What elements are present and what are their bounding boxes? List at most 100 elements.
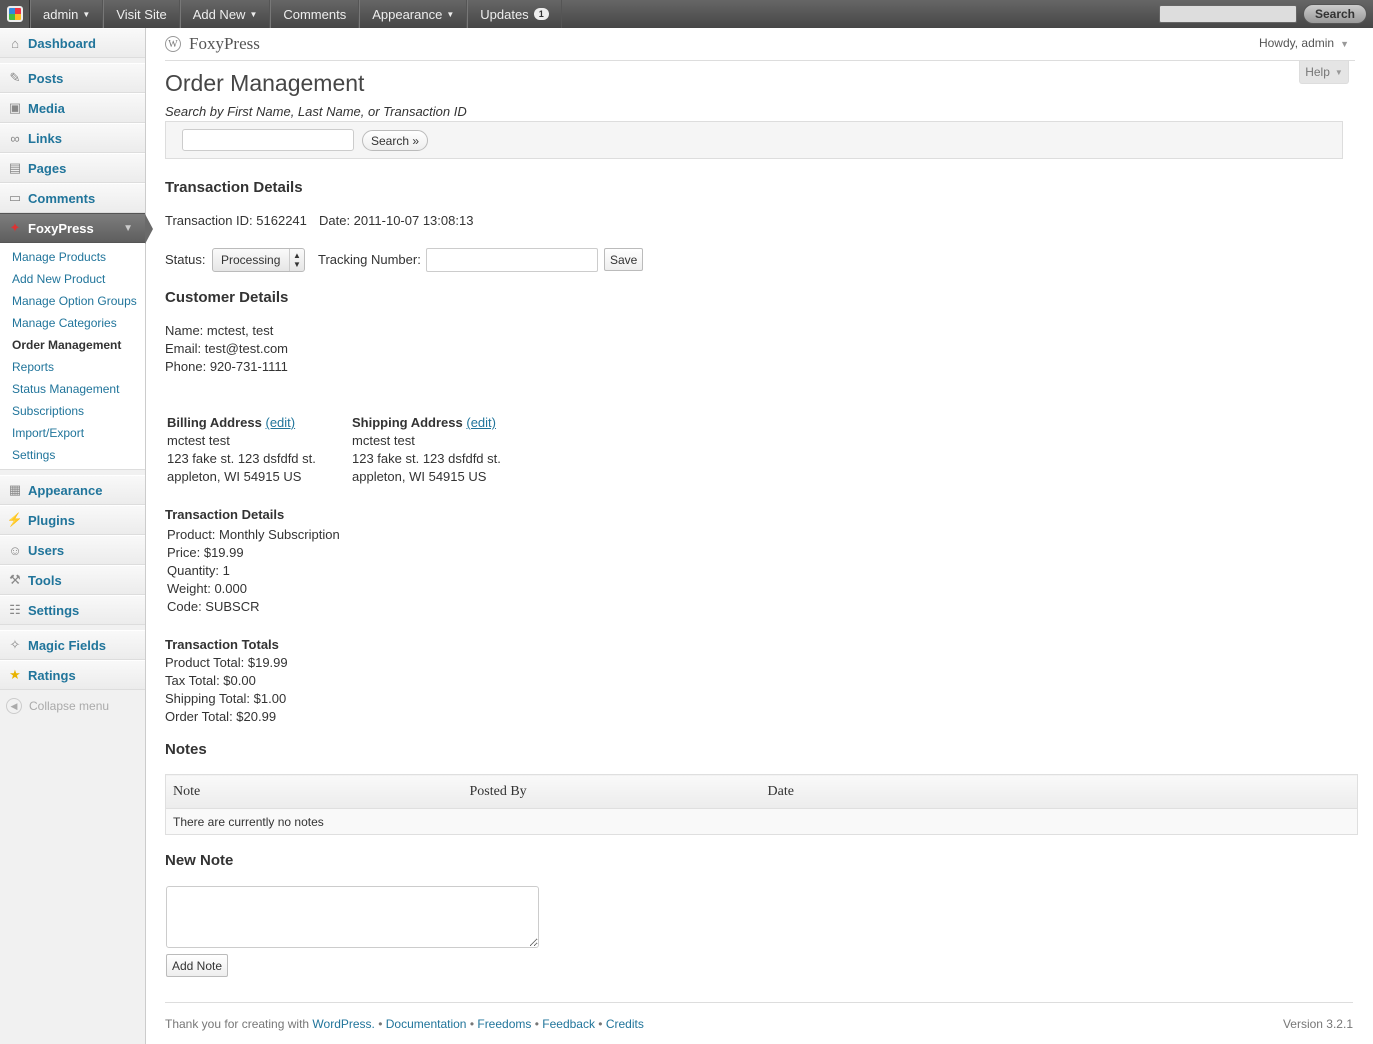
footer-freedoms-link[interactable]: Freedoms [477, 1017, 531, 1031]
submenu-manage-products[interactable]: Manage Products [0, 246, 145, 268]
howdy-menu[interactable]: Howdy, admin ▼ [1259, 36, 1349, 50]
sidebar-item-pages[interactable]: ▤ Pages [0, 153, 145, 183]
sidebar-item-settings[interactable]: ☷ Settings [0, 595, 145, 625]
submenu-order-management[interactable]: Order Management [0, 334, 145, 356]
sidebar-item-label: Posts [28, 70, 64, 86]
footer-wordpress-link[interactable]: WordPress. [312, 1017, 374, 1031]
site-header: W FoxyPress Howdy, admin ▼ [165, 28, 1355, 61]
sidebar-item-label: Links [28, 130, 62, 146]
search-hint: Search by First Name, Last Name, or Tran… [165, 104, 467, 119]
billing-line: appleton, WI 54915 US [167, 469, 302, 484]
submenu-import-export[interactable]: Import/Export [0, 422, 145, 444]
status-select[interactable]: Processing ▲ ▼ [212, 248, 305, 272]
adminbar-search-button[interactable]: Search [1303, 4, 1367, 24]
updates-count-badge: 1 [533, 8, 549, 20]
billing-edit-link[interactable]: (edit) [266, 415, 296, 430]
sidebar-item-label: Dashboard [28, 35, 96, 51]
sidebar-item-label: Settings [28, 602, 80, 618]
submenu-manage-option-groups[interactable]: Manage Option Groups [0, 290, 145, 312]
tools-icon: ⚒ [9, 572, 21, 587]
notes-heading: Notes [165, 741, 207, 758]
table-row: There are currently no notes [165, 808, 1358, 835]
billing-address-title: Billing Address [167, 415, 262, 430]
order-search-box: Search » [165, 121, 1343, 159]
star-icon: ★ [9, 667, 21, 682]
transaction-items-title: Transaction Details [165, 507, 285, 522]
customer-details-heading: Customer Details [165, 289, 289, 306]
submenu-manage-categories[interactable]: Manage Categories [0, 312, 145, 334]
dashboard-icon: ⌂ [11, 35, 19, 51]
admin-user-menu[interactable]: admin ▼ [30, 0, 104, 28]
transaction-totals-title: Transaction Totals [165, 637, 279, 652]
footer-version: Version 3.2.1 [1282, 1017, 1353, 1031]
new-note-textarea[interactable] [166, 886, 539, 948]
customer-email: Email: test@test.com [165, 341, 289, 356]
sidebar-item-comments[interactable]: ▭ Comments [0, 183, 145, 213]
shipping-line: mctest test [352, 433, 415, 448]
pages-icon: ▤ [8, 160, 22, 175]
sidebar-item-magic-fields[interactable]: ✧ Magic Fields [0, 630, 145, 660]
submenu-settings[interactable]: Settings [0, 444, 145, 466]
updates-link[interactable]: Updates 1 [467, 0, 562, 28]
submenu-add-new-product[interactable]: Add New Product [0, 268, 145, 290]
footer-separator: • [531, 1017, 543, 1031]
sidebar-item-appearance[interactable]: ▦ Appearance [0, 475, 145, 505]
submenu-reports[interactable]: Reports [0, 356, 145, 378]
sidebar-item-dashboard[interactable]: ⌂ Dashboard [0, 28, 145, 58]
add-note-button[interactable]: Add Note [166, 954, 229, 977]
footer-feedback-link[interactable]: Feedback [542, 1017, 595, 1031]
submenu-status-management[interactable]: Status Management [0, 378, 145, 400]
column-header-note: Note [165, 774, 463, 809]
sidebar-item-users[interactable]: ☺ Users [0, 535, 145, 565]
sidebar-item-label: Comments [28, 190, 96, 206]
sidebar-item-links[interactable]: ∞ Links [0, 123, 145, 153]
footer-documentation-link[interactable]: Documentation [386, 1017, 467, 1031]
column-header-date: Date [760, 774, 1358, 809]
caret-down-icon: ▼ [1334, 67, 1343, 77]
total-line: Product Total: $19.99 [165, 655, 288, 670]
sidebar-item-label: Ratings [28, 667, 76, 683]
appearance-label: Appearance [372, 6, 443, 22]
adminbar-search-input[interactable] [1159, 5, 1297, 23]
transaction-date: Date: 2011-10-07 13:08:13 [319, 213, 474, 228]
order-search-button[interactable]: Search » [362, 130, 429, 151]
sidebar-item-tools[interactable]: ⚒ Tools [0, 565, 145, 595]
sidebar-item-plugins[interactable]: ⚡ Plugins [0, 505, 145, 535]
customer-phone: Phone: 920-731-1111 [165, 359, 288, 374]
collapse-menu-label: Collapse menu [29, 699, 110, 713]
sidebar-item-ratings[interactable]: ★ Ratings [0, 660, 145, 690]
column-header-posted-by: Posted By [462, 774, 761, 809]
appearance-menu[interactable]: Appearance ▼ [359, 0, 468, 28]
magic-wand-icon: ✧ [9, 637, 21, 652]
page-title: Order Management [165, 70, 365, 96]
wp-logo-icon[interactable] [0, 0, 30, 28]
submenu-subscriptions[interactable]: Subscriptions [0, 400, 145, 422]
help-tab[interactable]: Help ▼ [1299, 61, 1349, 84]
save-button[interactable]: Save [604, 248, 644, 271]
add-new-menu[interactable]: Add New ▼ [179, 0, 271, 28]
footer-thanks: Thank you for creating with [165, 1017, 310, 1031]
detail-line: Price: $19.99 [167, 545, 244, 560]
wordpress-logo-icon: W [165, 36, 181, 52]
shipping-line: 123 fake st. 123 dsfdfd st. [352, 451, 501, 466]
sidebar-item-foxypress[interactable]: ✦ FoxyPress ▼ [0, 213, 153, 244]
comments-link[interactable]: Comments [270, 0, 360, 28]
howdy-label: Howdy, admin [1258, 36, 1335, 50]
tracking-number-input[interactable] [426, 248, 598, 272]
billing-address: Billing Address (edit) mctest test 123 f… [167, 415, 316, 484]
sidebar-item-media[interactable]: ▣ Media [0, 93, 145, 123]
sidebar-item-label: Tools [28, 572, 62, 588]
visit-site-link[interactable]: Visit Site [103, 0, 180, 28]
order-search-input[interactable] [182, 129, 354, 151]
updates-label: Updates [480, 6, 529, 22]
footer-credits-link[interactable]: Credits [606, 1017, 644, 1031]
empty-notes-message: There are currently no notes [165, 808, 1358, 835]
detail-line: Product: Monthly Subscription [167, 527, 340, 542]
site-name-label: FoxyPress [189, 34, 260, 53]
shipping-edit-link[interactable]: (edit) [466, 415, 496, 430]
shipping-address: Shipping Address (edit) mctest test 123 … [352, 415, 501, 484]
collapse-menu-button[interactable]: ◀ Collapse menu [0, 690, 145, 722]
status-selected-value: Processing [221, 253, 281, 267]
site-name-link[interactable]: W FoxyPress [165, 34, 260, 54]
sidebar-item-posts[interactable]: ✎ Posts [0, 63, 145, 93]
